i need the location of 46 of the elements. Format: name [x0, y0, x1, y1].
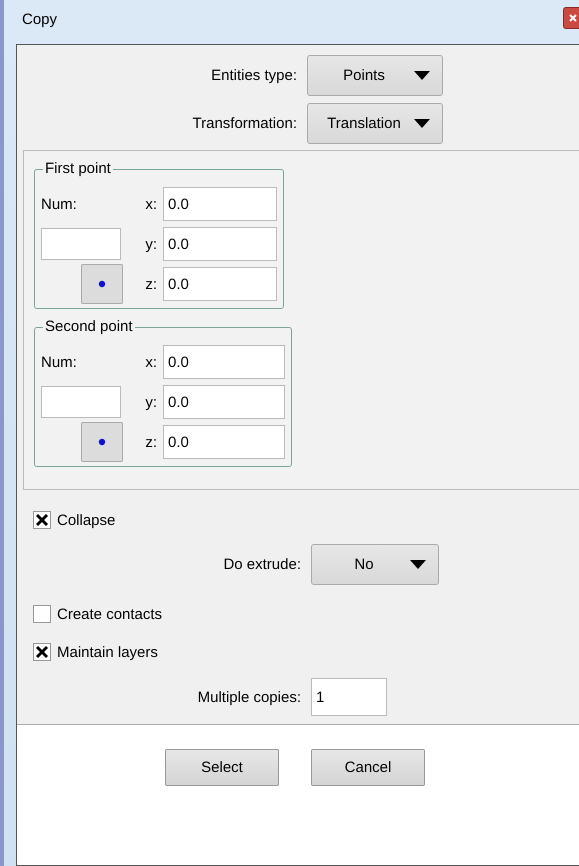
num-field[interactable]	[41, 386, 121, 418]
coordinate-field[interactable]: 0.0	[163, 227, 277, 261]
checkbox[interactable]	[33, 643, 51, 661]
axis-label: y:	[144, 394, 158, 410]
checkbox-label: Maintain layers	[57, 644, 158, 660]
pick-point-button[interactable]	[81, 422, 123, 462]
caret-icon	[414, 119, 430, 128]
check-mark-icon	[35, 645, 49, 659]
checkbox-label: Create contacts	[57, 606, 162, 622]
close-icon	[568, 13, 578, 23]
caret-icon	[410, 560, 426, 568]
axis-label: z:	[144, 276, 158, 292]
num-label: Num:	[41, 354, 77, 370]
axis-label: z:	[144, 434, 158, 450]
checkbox-label: Collapse	[57, 512, 116, 528]
window-title: Copy	[21, 10, 58, 28]
dot-icon	[98, 438, 106, 446]
coordinate-field[interactable]: 0.0	[163, 267, 277, 301]
copies-field[interactable]: 1	[311, 678, 387, 716]
close-button[interactable]	[563, 7, 579, 29]
num-label: Num:	[41, 196, 77, 212]
axis-label: x:	[144, 354, 158, 370]
dot-icon	[98, 280, 106, 288]
coordinate-field[interactable]: 0.0	[163, 385, 285, 419]
dropdown[interactable]: Translation	[307, 103, 443, 144]
group-title: First point	[43, 160, 113, 177]
coordinate-field[interactable]: 0.0	[163, 345, 285, 379]
coordinate-field[interactable]: 0.0	[163, 425, 285, 459]
coordinate-field[interactable]: 0.0	[163, 187, 277, 221]
dropdown[interactable]: No	[311, 544, 439, 584]
check-mark-icon	[35, 513, 49, 527]
field-label: Do extrude:	[222, 556, 302, 572]
dialog-button[interactable]: Select	[165, 749, 279, 786]
field-label: Multiple copies:	[196, 688, 302, 706]
num-field[interactable]	[41, 228, 121, 260]
axis-label: y:	[144, 236, 158, 252]
checkbox[interactable]	[33, 605, 51, 623]
checkbox[interactable]	[33, 511, 51, 529]
field-label: Transformation:	[192, 115, 298, 132]
field-label: Entities type:	[210, 67, 298, 84]
pick-point-button[interactable]	[81, 264, 123, 304]
dialog-button[interactable]: Cancel	[311, 749, 425, 786]
axis-label: x:	[144, 196, 158, 212]
dropdown[interactable]: Points	[307, 55, 443, 96]
caret-icon	[414, 71, 430, 80]
group-title: Second point	[43, 318, 135, 335]
